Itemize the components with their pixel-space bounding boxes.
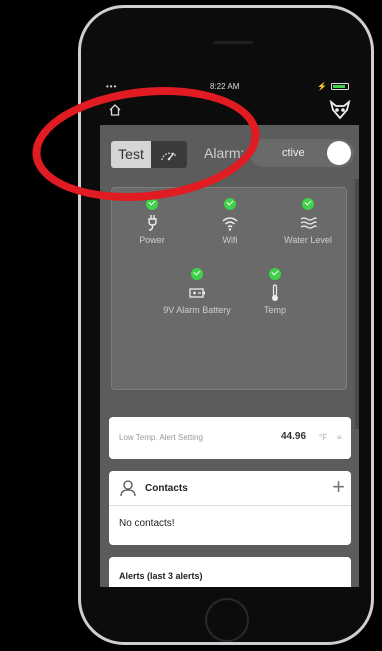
sensor-power: Power <box>112 198 192 246</box>
alerts-title: Alerts (last 3 alerts) <box>119 571 203 581</box>
power-plug-icon <box>148 215 157 231</box>
home-button[interactable] <box>205 598 249 642</box>
status-time: 8:22 AM <box>210 82 240 91</box>
temp-alert-label: Low Temp. Alert Setting <box>119 433 203 442</box>
alarm-state-text: ctive <box>282 147 305 159</box>
sensor-label: Wifi <box>222 235 238 245</box>
contacts-header: Contacts + <box>109 471 351 506</box>
check-icon <box>224 198 236 210</box>
sensor-label: Temp <box>263 305 286 315</box>
sensor-battery: 9V Alarm Battery <box>157 268 237 316</box>
scroll-indicator[interactable] <box>355 179 359 429</box>
temp-unit: °F <box>319 433 328 442</box>
person-icon <box>120 480 136 497</box>
charging-icon: ⚡ <box>317 82 327 91</box>
wifi-icon <box>222 217 238 231</box>
contacts-title: Contacts <box>145 483 188 494</box>
temp-alert-value: 44.96 <box>281 431 307 442</box>
sensor-status-panel: Power Wifi Water Level 9V Alarm Battery … <box>111 187 347 390</box>
signal-indicator: ••• <box>106 82 118 91</box>
sensor-label: 9V Alarm Battery <box>163 305 231 315</box>
check-icon <box>269 268 281 280</box>
owl-logo-icon <box>329 100 351 120</box>
check-icon <box>302 198 314 210</box>
sensor-label: Power <box>139 235 165 245</box>
temp-alert-card[interactable]: Low Temp. Alert Setting 44.96 °F ≡ <box>109 417 351 459</box>
alerts-card: Alerts (last 3 alerts) <box>109 557 351 587</box>
thermometer-icon <box>272 284 278 301</box>
sensor-label: Water Level <box>284 235 332 245</box>
water-level-icon <box>300 217 317 229</box>
sensor-water-level: Water Level <box>268 198 348 246</box>
battery-level-icon <box>331 83 349 90</box>
alarm-toggle[interactable]: ctive <box>250 139 354 167</box>
toggle-knob <box>327 141 351 165</box>
sensor-temp: Temp <box>235 268 315 316</box>
speaker-grille <box>213 41 253 44</box>
sensor-wifi: Wifi <box>190 198 270 246</box>
check-icon <box>191 268 203 280</box>
battery-icon <box>189 288 205 298</box>
add-contact-button[interactable]: + <box>332 475 345 499</box>
contacts-empty-text: No contacts! <box>119 518 175 529</box>
menu-icon[interactable]: ≡ <box>337 433 342 442</box>
contacts-card: Contacts + No contacts! <box>109 471 351 545</box>
